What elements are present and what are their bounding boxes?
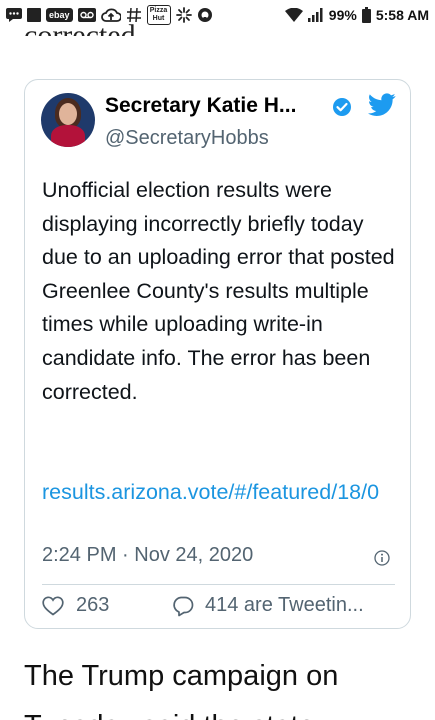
tweet-actions: 263 414 are Tweetin...	[42, 592, 397, 622]
twitter-bird-icon[interactable]	[368, 93, 396, 117]
previous-paragraph-fragment: corrected.	[24, 19, 144, 36]
author-handle[interactable]: @SecretaryHobbs	[105, 127, 269, 150]
info-icon[interactable]	[374, 550, 390, 566]
pizza-hut-icon: Pizza Hut	[146, 5, 171, 25]
reply-bubble-icon[interactable]	[172, 596, 194, 617]
embedded-tweet[interactable]: Secretary Katie H... @SecretaryHobbs Uno…	[24, 79, 411, 629]
signal-icon	[307, 8, 324, 22]
battery-percent: 99%	[328, 7, 357, 23]
avatar[interactable]	[41, 93, 95, 147]
article-paragraph: The Trump campaign on	[24, 660, 339, 692]
clock: 5:58 AM	[375, 7, 429, 23]
replies-label[interactable]: 414 are Tweetin...	[205, 594, 364, 617]
verified-badge-icon	[333, 98, 351, 116]
article-paragraph-continued: Tuesday said the state	[24, 706, 315, 720]
divider	[42, 584, 395, 585]
battery-icon	[361, 7, 371, 23]
snowflake-icon	[175, 7, 192, 23]
wifi-icon	[284, 8, 303, 22]
tweet-text: Unofficial election results were display…	[42, 178, 395, 404]
circle-app-icon	[197, 7, 213, 23]
heart-icon[interactable]	[42, 596, 64, 616]
tweet-link[interactable]: results.arizona.vote/#/featured/18/0	[42, 476, 398, 510]
message-icon	[6, 8, 22, 22]
status-bar-system: 99% 5:58 AM	[284, 7, 429, 23]
author-name[interactable]: Secretary Katie H...	[105, 94, 296, 118]
like-count[interactable]: 263	[76, 594, 109, 617]
tweet-timestamp[interactable]: 2:24 PM · Nov 24, 2020	[42, 544, 253, 567]
